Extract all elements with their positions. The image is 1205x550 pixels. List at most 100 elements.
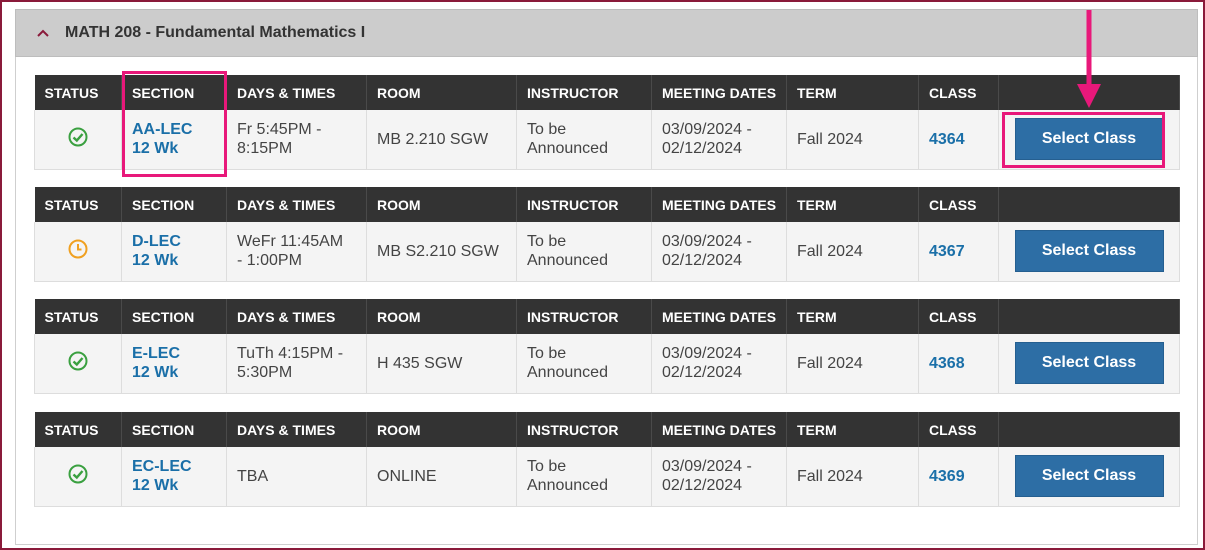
column-header: ROOM bbox=[366, 412, 517, 447]
column-header: MEETING DATES bbox=[651, 187, 787, 222]
clock-icon bbox=[68, 239, 88, 263]
section-link[interactable]: E-LEC 12 Wk bbox=[132, 344, 216, 382]
column-header: STATUS bbox=[34, 412, 122, 447]
section-table: STATUS SECTION DAYS & TIMES ROOM INSTRUCTOR M… bbox=[34, 187, 1180, 282]
table-row: D-LEC 12 Wk WeFr 11:45AM - 1:00PM MB S2.210 … bbox=[34, 222, 1180, 282]
class-number-link[interactable]: 4364 bbox=[929, 131, 965, 148]
column-header: ROOM bbox=[366, 299, 517, 334]
column-header: INSTRUCTOR bbox=[516, 75, 652, 110]
column-header: INSTRUCTOR bbox=[516, 412, 652, 447]
instructor-line: Announced bbox=[527, 477, 608, 495]
select-class-button[interactable]: Select Class bbox=[1014, 118, 1164, 161]
select-class-button[interactable]: Select Class bbox=[1014, 455, 1164, 498]
select-class-button[interactable]: Select Class bbox=[1014, 342, 1164, 385]
days-times-line: - 1:00PM bbox=[237, 252, 302, 270]
meeting-dates-line: 03/09/2024 - bbox=[662, 345, 752, 363]
instructor-line: To be bbox=[527, 233, 567, 251]
action-cell: Select Class bbox=[998, 110, 1180, 170]
instructor-line: To be bbox=[527, 345, 567, 363]
section-link[interactable]: D-LEC 12 Wk bbox=[132, 232, 216, 270]
days-times-line: WeFr 11:45AM bbox=[237, 233, 344, 251]
column-header: SECTION bbox=[121, 299, 227, 334]
section-table: STATUS SECTION DAYS & TIMES ROOM INSTRUCTOR M… bbox=[34, 75, 1180, 170]
room-cell: ONLINE bbox=[366, 447, 517, 507]
term-cell: Fall 2024 bbox=[786, 110, 919, 170]
status-cell bbox=[34, 222, 122, 282]
column-header: STATUS bbox=[34, 75, 122, 110]
days-times-line: TBA bbox=[237, 467, 269, 485]
class-number-link[interactable]: 4368 bbox=[929, 355, 965, 372]
status-cell bbox=[34, 334, 122, 394]
column-header: MEETING DATES bbox=[651, 75, 787, 110]
section-link[interactable]: AA-LEC 12 Wk bbox=[132, 120, 216, 158]
chevron-up-icon[interactable] bbox=[36, 26, 50, 40]
table-row: E-LEC 12 Wk TuTh 4:15PM -5:30PM H 435 SGW To… bbox=[34, 334, 1180, 394]
meeting-dates-line: 03/09/2024 - bbox=[662, 233, 752, 251]
column-header: STATUS bbox=[34, 187, 122, 222]
class-number-link[interactable]: 4367 bbox=[929, 243, 965, 260]
column-header: DAYS & TIMES bbox=[226, 75, 367, 110]
instructor-cell: To be Announced bbox=[516, 110, 652, 170]
column-header: CLASS bbox=[918, 412, 999, 447]
section-cell[interactable]: EC-LEC 12 Wk bbox=[121, 447, 227, 507]
column-header: ROOM bbox=[366, 75, 517, 110]
meeting-dates-cell: 03/09/2024 -02/12/2024 bbox=[651, 222, 787, 282]
days-times-cell: TBA bbox=[226, 447, 367, 507]
instructor-line: Announced bbox=[527, 364, 608, 382]
column-header: SECTION bbox=[121, 187, 227, 222]
table-header-row: STATUS SECTION DAYS & TIMES ROOM INSTRUCTOR M… bbox=[34, 299, 1180, 334]
table-header-row: STATUS SECTION DAYS & TIMES ROOM INSTRUCTOR M… bbox=[34, 75, 1180, 110]
term-cell: Fall 2024 bbox=[786, 334, 919, 394]
class-number-cell[interactable]: 4369 bbox=[918, 447, 999, 507]
room-cell: MB 2.210 SGW bbox=[366, 110, 517, 170]
column-header: DAYS & TIMES bbox=[226, 299, 367, 334]
meeting-dates-line: 03/09/2024 - bbox=[662, 121, 752, 139]
column-header: CLASS bbox=[918, 299, 999, 334]
check-circle-icon bbox=[68, 351, 88, 375]
section-code: EC-LEC bbox=[132, 458, 192, 476]
class-number-cell[interactable]: 4368 bbox=[918, 334, 999, 394]
meeting-dates-line: 03/09/2024 - bbox=[662, 458, 752, 476]
class-number-cell[interactable]: 4364 bbox=[918, 110, 999, 170]
table-row: AA-LEC 12 Wk Fr 5:45PM -8:15PM MB 2.210 SGW… bbox=[34, 110, 1180, 170]
meeting-dates-cell: 03/09/2024 -02/12/2024 bbox=[651, 110, 787, 170]
section-duration: 12 Wk bbox=[132, 140, 179, 158]
meeting-dates-line: 02/12/2024 bbox=[662, 140, 743, 158]
column-header: TERM bbox=[786, 412, 919, 447]
term-cell: Fall 2024 bbox=[786, 447, 919, 507]
section-table: STATUS SECTION DAYS & TIMES ROOM INSTRUCTOR M… bbox=[34, 299, 1180, 394]
instructor-line: To be bbox=[527, 121, 567, 139]
instructor-cell: To be Announced bbox=[516, 447, 652, 507]
course-panel-header[interactable]: MATH 208 - Fundamental Mathematics I bbox=[15, 9, 1198, 57]
select-class-button[interactable]: Select Class bbox=[1014, 230, 1164, 273]
section-link[interactable]: EC-LEC 12 Wk bbox=[132, 457, 216, 495]
table-row: EC-LEC 12 Wk TBA ONLINE To be Announced 03/09/… bbox=[34, 447, 1180, 507]
column-header: DAYS & TIMES bbox=[226, 412, 367, 447]
section-code: E-LEC bbox=[132, 345, 180, 363]
meeting-dates-line: 02/12/2024 bbox=[662, 364, 743, 382]
class-number-link[interactable]: 4369 bbox=[929, 468, 965, 485]
column-header: SECTION bbox=[121, 412, 227, 447]
section-duration: 12 Wk bbox=[132, 364, 179, 382]
class-number-cell[interactable]: 4367 bbox=[918, 222, 999, 282]
action-cell: Select Class bbox=[998, 222, 1180, 282]
section-cell[interactable]: E-LEC 12 Wk bbox=[121, 334, 227, 394]
days-times-line: TuTh 4:15PM - bbox=[237, 345, 344, 363]
days-times-cell: TuTh 4:15PM -5:30PM bbox=[226, 334, 367, 394]
column-header: TERM bbox=[786, 187, 919, 222]
section-cell[interactable]: D-LEC 12 Wk bbox=[121, 222, 227, 282]
column-header bbox=[998, 75, 1180, 110]
section-code: D-LEC bbox=[132, 233, 181, 251]
room-cell: MB S2.210 SGW bbox=[366, 222, 517, 282]
table-header-row: STATUS SECTION DAYS & TIMES ROOM INSTRUCTOR M… bbox=[34, 412, 1180, 447]
instructor-line: Announced bbox=[527, 140, 608, 158]
column-header: CLASS bbox=[918, 75, 999, 110]
section-table: STATUS SECTION DAYS & TIMES ROOM INSTRUCTOR M… bbox=[34, 412, 1180, 507]
column-header: DAYS & TIMES bbox=[226, 187, 367, 222]
column-header: TERM bbox=[786, 299, 919, 334]
meeting-dates-line: 02/12/2024 bbox=[662, 252, 743, 270]
days-times-line: 8:15PM bbox=[237, 140, 293, 158]
column-header: SECTION bbox=[121, 75, 227, 110]
section-cell[interactable]: AA-LEC 12 Wk bbox=[121, 110, 227, 170]
action-cell: Select Class bbox=[998, 447, 1180, 507]
